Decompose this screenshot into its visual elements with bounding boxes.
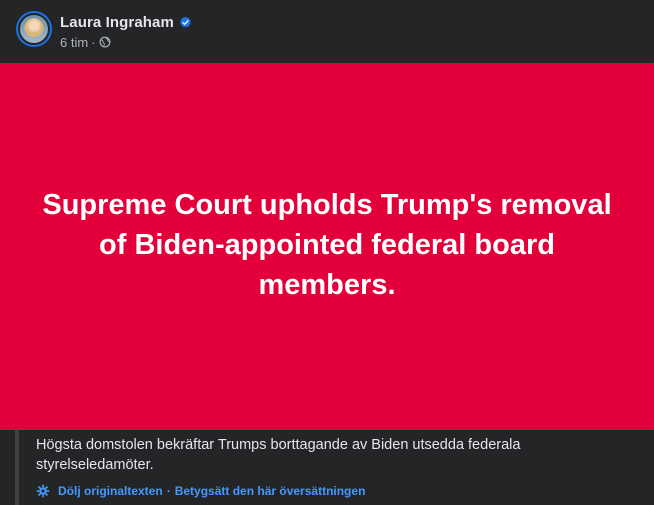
translate-gear-icon: [36, 484, 50, 498]
meta-separator: ·: [91, 34, 96, 50]
rate-translation-link[interactable]: Betygsätt den här översättningen: [175, 484, 366, 498]
post-card: Laura Ingraham 6 tim · Supreme Court uph…: [0, 0, 654, 505]
hide-original-link[interactable]: Dölj originaltexten: [58, 484, 163, 498]
translation-section: Högsta domstolen bekräftar Trumps bortta…: [0, 430, 654, 505]
globe-icon[interactable]: [99, 36, 111, 48]
verified-badge-icon: [180, 16, 191, 28]
quote-bar: [15, 430, 19, 505]
post-image-banner[interactable]: Supreme Court upholds Trump's removal of…: [0, 63, 654, 430]
author-row: Laura Ingraham: [60, 13, 192, 31]
translation-actions: Dölj originaltexten · Betygsätt den här …: [36, 484, 365, 498]
post-meta: 6 tim ·: [60, 34, 111, 50]
author-name[interactable]: Laura Ingraham: [60, 14, 174, 31]
avatar-photo: [18, 13, 50, 45]
avatar[interactable]: [16, 11, 52, 47]
post-timestamp[interactable]: 6 tim: [60, 35, 88, 50]
action-separator: ·: [166, 484, 171, 498]
post-header: Laura Ingraham 6 tim ·: [0, 0, 654, 62]
translated-text: Högsta domstolen bekräftar Trumps bortta…: [36, 437, 521, 473]
post-headline: Supreme Court upholds Trump's removal of…: [42, 188, 612, 301]
